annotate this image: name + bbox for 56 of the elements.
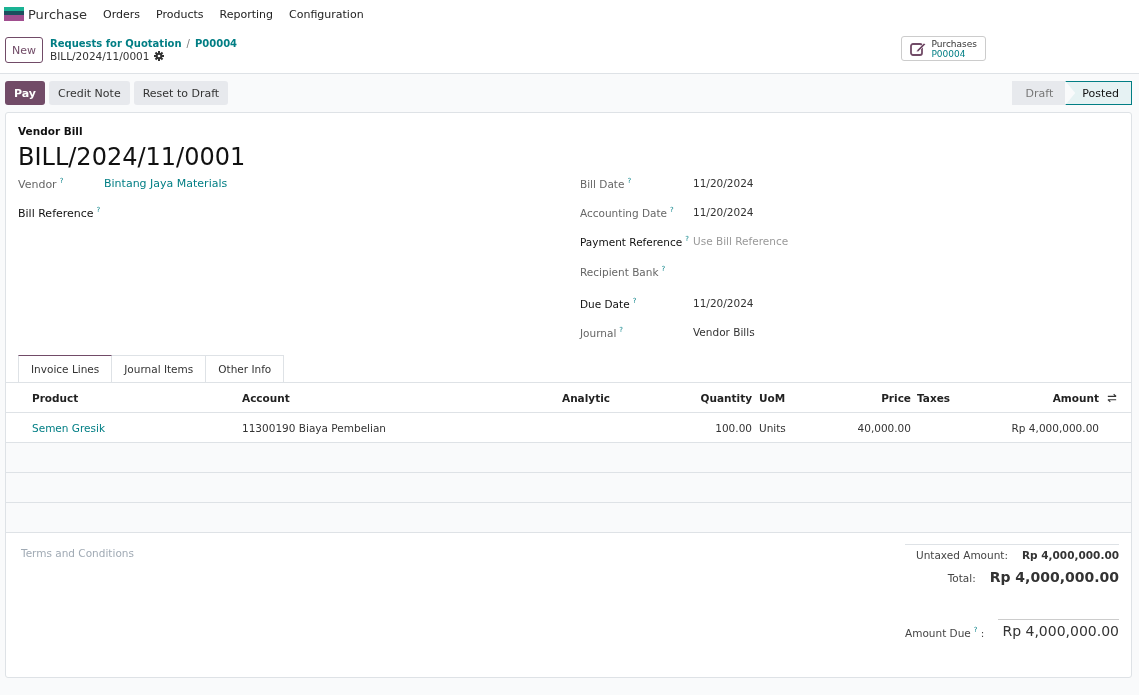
field-label: Bill Date $^{?}$: [580, 177, 633, 190]
smart-button-value: P00004: [931, 48, 967, 59]
column-header[interactable]: Account: [242, 391, 562, 404]
record-name: BILL/2024/11/0001: [50, 50, 150, 62]
menu-item[interactable]: Configuration: [289, 7, 364, 21]
field-label: Payment Reference $^{?}$: [580, 235, 690, 248]
tab[interactable]: Journal Items: [112, 355, 207, 382]
column-header[interactable]: Product: [32, 391, 242, 404]
total-value: Rp 4,000,000.00: [1022, 549, 1119, 561]
total-value: Rp 4,000,000.00: [998, 619, 1119, 639]
action-button[interactable]: Credit Note: [49, 81, 130, 105]
smart-button-label: Purchases: [931, 38, 977, 49]
new-button[interactable]: New: [5, 37, 43, 63]
column-header[interactable]: Taxes: [917, 391, 967, 404]
total-label: Total:: [947, 572, 976, 584]
menu-item[interactable]: Reporting: [219, 7, 274, 21]
breadcrumb-link[interactable]: Requests for Quotation: [50, 38, 182, 50]
column-header[interactable]: Quantity: [642, 391, 752, 404]
status-step[interactable]: Draft: [1011, 81, 1066, 105]
field-label: Accounting Date $^{?}$: [580, 206, 675, 219]
document-type: Vendor Bill: [18, 125, 84, 137]
field-label: Bill Reference $^{?}$: [18, 206, 102, 220]
action-button[interactable]: Pay: [5, 81, 46, 105]
table-cell-text: 40,000.00: [856, 421, 911, 434]
field-label: Recipient Bank $^{?}$: [580, 265, 667, 278]
column-header[interactable]: UoM: [759, 391, 809, 404]
total-label: Untaxed Amount:: [915, 549, 1008, 561]
field-value[interactable]: 11/20/2024: [693, 297, 754, 309]
total-value: Rp 4,000,000.00: [989, 569, 1119, 585]
column-header[interactable]: Amount: [967, 391, 1099, 404]
app-name[interactable]: Purchase: [28, 6, 88, 22]
field-value[interactable]: 11/20/2024: [693, 177, 754, 189]
tab[interactable]: Invoice Lines: [18, 355, 113, 382]
table-cell-text: Semen Gresik: [32, 421, 106, 434]
breadcrumb-separator: /: [186, 38, 190, 50]
field-value[interactable]: 11/20/2024: [693, 206, 754, 218]
column-header[interactable]: Analytic: [562, 391, 642, 404]
tab[interactable]: Other Info: [206, 355, 285, 382]
purchases-smart-button[interactable]: Purchases P00004: [901, 36, 986, 61]
action-button[interactable]: Reset to Draft: [133, 81, 229, 105]
status-step[interactable]: Posted: [1065, 81, 1132, 105]
table-cell-text: 11300190 Biaya Pembelian: [242, 421, 388, 434]
menu-item[interactable]: Products: [156, 7, 204, 21]
menu-item[interactable]: Orders: [103, 7, 141, 21]
field-label: Journal $^{?}$: [580, 326, 625, 339]
document-title: BILL/2024/11/0001: [18, 143, 247, 171]
table-cell-text: Units: [759, 421, 787, 434]
total-label: Amount Due $^{?}$ :: [905, 625, 985, 638]
breadcrumb-link[interactable]: P00004: [194, 38, 238, 50]
column-header[interactable]: Price: [815, 391, 911, 404]
field-label: Vendor $^{?}$: [18, 177, 65, 191]
table-cell-text: Rp 4,000,000.00: [1010, 421, 1099, 434]
table-cell-text: 100.00: [714, 421, 752, 434]
field-value[interactable]: Bintang Jaya Materials: [104, 177, 228, 190]
field-label: Due Date $^{?}$: [580, 297, 638, 310]
field-value[interactable]: Vendor Bills: [693, 326, 755, 338]
